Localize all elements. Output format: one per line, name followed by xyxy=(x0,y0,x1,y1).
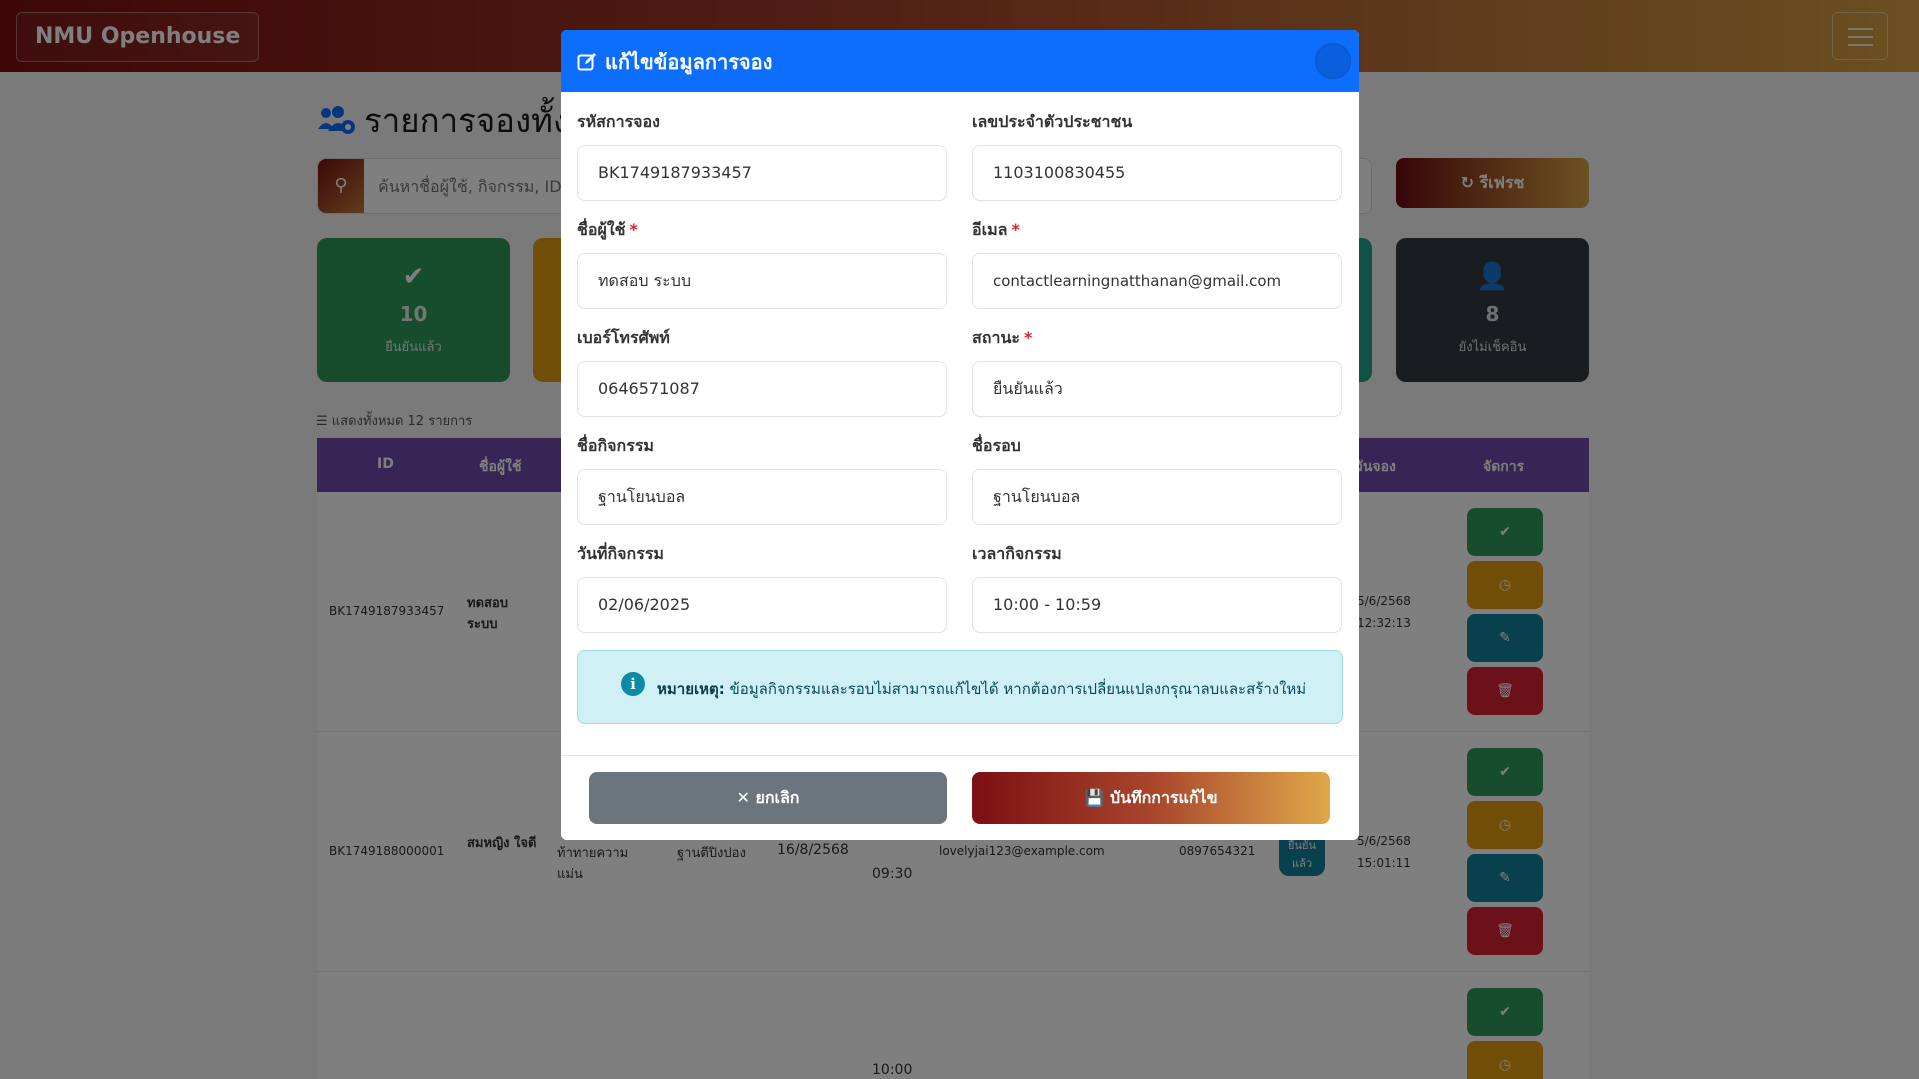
note-text: หมายเหตุ: ข้อมูลกิจกรรมและรอบไม่สามารถแก… xyxy=(657,677,1306,701)
label-booking-code: รหัสการจอง xyxy=(577,110,660,135)
label-text: เลขประจำตัวประชาชน xyxy=(972,112,1133,131)
phone-field[interactable]: 0646571087 xyxy=(577,361,947,417)
modal-title: แก้ไขข้อมูลการจอง xyxy=(577,46,772,78)
info-note: i หมายเหตุ: ข้อมูลกิจกรรมและรอบไม่สามารถ… xyxy=(577,650,1343,724)
label-email: อีเมล * xyxy=(972,218,1020,243)
save-icon: 💾 xyxy=(1084,788,1105,807)
round-field[interactable]: ฐานโยนบอล xyxy=(972,469,1342,525)
label-text: ชื่อกิจกรรม xyxy=(577,436,654,455)
label-text: วันที่กิจกรรม xyxy=(577,544,664,563)
cancel-label: ยกเลิก xyxy=(755,788,800,807)
label-date: วันที่กิจกรรม xyxy=(577,542,664,567)
label-text: ชื่อรอบ xyxy=(972,436,1021,455)
label-text: รหัสการจอง xyxy=(577,112,660,131)
time-field[interactable]: 10:00 - 10:59 xyxy=(972,577,1342,633)
save-button[interactable]: 💾 บันทึกการแก้ไข xyxy=(972,772,1330,824)
edit-icon xyxy=(577,53,596,71)
national-id-field[interactable]: 1103100830455 xyxy=(972,145,1342,201)
email-field[interactable]: contactlearningnatthanan@gmail.com xyxy=(972,253,1342,309)
label-status: สถานะ * xyxy=(972,326,1032,351)
label-phone: เบอร์โทรศัพท์ xyxy=(577,326,670,351)
activity-field[interactable]: ฐานโยนบอล xyxy=(577,469,947,525)
booking-code-field[interactable]: BK1749187933457 xyxy=(577,145,947,201)
label-text: เวลากิจกรรม xyxy=(972,544,1062,563)
modal-title-text: แก้ไขข้อมูลการจอง xyxy=(605,50,773,74)
label-text: อีเมล xyxy=(972,220,1008,239)
close-icon: ✕ xyxy=(736,788,750,807)
label-text: สถานะ xyxy=(972,328,1020,347)
label-national-id: เลขประจำตัวประชาชน xyxy=(972,110,1132,135)
save-label: บันทึกการแก้ไข xyxy=(1109,788,1218,807)
note-message: ข้อมูลกิจกรรมและรอบไม่สามารถแก้ไขได้ หาก… xyxy=(729,680,1307,698)
label-time: เวลากิจกรรม xyxy=(972,542,1062,567)
label-username: ชื่อผู้ใช้ * xyxy=(577,218,638,243)
cancel-button[interactable]: ✕ ยกเลิก xyxy=(589,772,947,824)
label-text: ชื่อผู้ใช้ xyxy=(577,220,626,239)
username-field[interactable]: ทดสอบ ระบบ xyxy=(577,253,947,309)
label-round: ชื่อรอบ xyxy=(972,434,1021,459)
date-field[interactable]: 02/06/2025 xyxy=(577,577,947,633)
info-icon: i xyxy=(621,672,645,696)
label-text: เบอร์โทรศัพท์ xyxy=(577,328,670,347)
close-button[interactable] xyxy=(1315,43,1351,79)
note-label: หมายเหตุ: xyxy=(657,680,725,698)
modal-footer-divider xyxy=(561,755,1359,756)
required-mark: * xyxy=(1023,328,1033,347)
modal-header: แก้ไขข้อมูลการจอง xyxy=(561,30,1359,92)
edit-booking-modal: แก้ไขข้อมูลการจอง รหัสการจอง BK174918793… xyxy=(561,30,1359,840)
required-mark: * xyxy=(629,220,638,239)
label-activity: ชื่อกิจกรรม xyxy=(577,434,654,459)
required-mark: * xyxy=(1011,220,1020,239)
status-select[interactable]: ยืนยันแล้ว xyxy=(972,361,1342,417)
